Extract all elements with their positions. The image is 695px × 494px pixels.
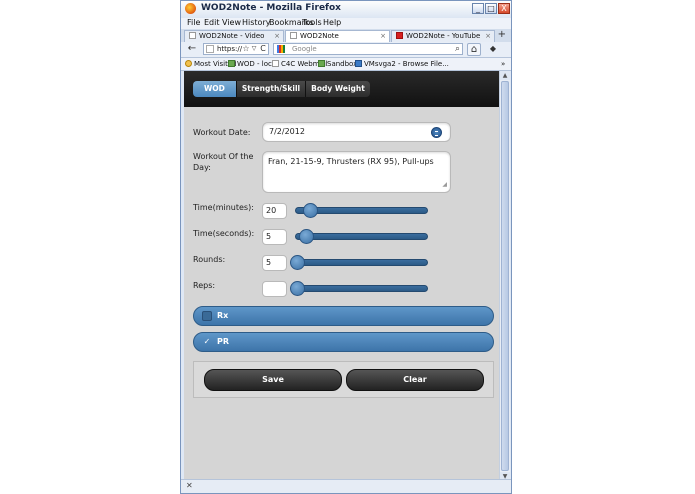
home-icon[interactable]: ⌂	[467, 43, 481, 56]
browser-tab-wod2note[interactable]: WOD2Note ×	[285, 30, 390, 42]
wod-label: Workout Of the Day:	[193, 152, 254, 172]
tab-label: WOD2Note - YouTube	[406, 32, 481, 40]
time-seconds-slider-handle[interactable]	[299, 229, 314, 244]
new-tab-button[interactable]: +	[498, 29, 506, 40]
workout-date-input[interactable]: 7/2/2012	[262, 122, 451, 142]
vertical-scrollbar[interactable]: ▲ ▼	[499, 71, 510, 481]
tab-close-icon[interactable]: ×	[274, 31, 280, 42]
reps-label: Reps:	[193, 281, 216, 290]
rx-checkbox[interactable]: Rx	[193, 306, 494, 326]
google-icon[interactable]	[277, 45, 285, 53]
browser-window: WOD2Note - Mozilla Firefox _ □ X File Ed…	[180, 0, 512, 494]
browser-tab-video[interactable]: WOD2Note - Video ×	[184, 30, 284, 42]
bookmark-wod-local[interactable]: WOD - local	[228, 59, 278, 69]
page-icon	[290, 32, 297, 39]
site-identity-icon[interactable]	[206, 45, 214, 53]
menu-history[interactable]: History	[242, 18, 270, 27]
browser-tab-youtube[interactable]: WOD2Note - YouTube ×	[391, 30, 495, 42]
rx-checkbox-icon	[202, 311, 212, 321]
back-icon[interactable]: ←	[185, 43, 199, 56]
bookmarks-more-icon[interactable]: »	[501, 59, 505, 69]
reps-input[interactable]	[262, 281, 287, 297]
pr-checkbox[interactable]: ✓ PR	[193, 332, 494, 352]
scrollbar-thumb[interactable]	[501, 81, 509, 471]
rounds-label: Rounds:	[193, 255, 226, 264]
youtube-icon	[396, 32, 403, 39]
url-text: https://	[217, 45, 243, 53]
rounds-input[interactable]: 5	[262, 255, 287, 271]
wod-value: Fran, 21-15-9, Thrusters (RX 95), Pull-u…	[268, 157, 434, 166]
time-minutes-input[interactable]: 20	[262, 203, 287, 219]
save-button[interactable]: Save	[204, 369, 342, 391]
tab-close-icon[interactable]: ×	[485, 31, 491, 42]
firefox-icon	[185, 3, 196, 14]
menu-bar: File Edit View History Bookmarks Tools H…	[181, 18, 511, 29]
bookmark-icon	[318, 60, 325, 67]
status-bar: ✕	[181, 479, 511, 493]
rounds-slider-handle[interactable]	[290, 255, 305, 270]
title-bar: WOD2Note - Mozilla Firefox _ □ X	[181, 1, 511, 19]
search-placeholder: Google	[292, 45, 317, 53]
bookmark-vmsvga2[interactable]: VMsvga2 - Browse File...	[355, 59, 449, 69]
tab-body-weight[interactable]: Body Weight	[306, 81, 370, 97]
menu-tools[interactable]: Tools	[302, 18, 322, 27]
action-buttons-group: Save Clear	[193, 361, 494, 398]
close-window-button[interactable]: X	[498, 3, 510, 14]
rx-label: Rx	[217, 311, 229, 320]
close-icon[interactable]: ✕	[186, 481, 193, 490]
time-seconds-slider[interactable]	[295, 229, 428, 244]
wod-textarea[interactable]: Fran, 21-15-9, Thrusters (RX 95), Pull-u…	[262, 151, 451, 193]
clear-button[interactable]: Clear	[346, 369, 484, 391]
bookmark-icon	[228, 60, 235, 67]
page-icon	[272, 60, 279, 67]
search-icon[interactable]: ⌕	[455, 44, 460, 54]
navigation-bar: ← https:// ☆ ▽ C Google ⌕ ⌂ ◆	[181, 42, 511, 58]
url-dropdown-icon[interactable]: ▽	[251, 43, 257, 56]
tab-label: WOD2Note - Video	[199, 32, 265, 40]
tab-bar: WOD2Note - Video × WOD2Note × WOD2Note -…	[181, 29, 511, 43]
reload-icon[interactable]: C	[259, 43, 267, 56]
bookmark-sandbox[interactable]: Sandbox	[318, 59, 357, 69]
window-title: WOD2Note - Mozilla Firefox	[201, 3, 341, 13]
reps-slider[interactable]	[290, 281, 428, 296]
minimize-button[interactable]: _	[472, 3, 484, 14]
tab-strength-skill[interactable]: Strength/Skill	[236, 81, 307, 97]
bookmarks-toolbar: Most Visited WOD - local C4C Webmail San…	[181, 58, 511, 71]
app-header: WOD Strength/Skill Body Weight	[184, 71, 499, 107]
menu-file[interactable]: File	[187, 18, 200, 27]
menu-view[interactable]: View	[222, 18, 241, 27]
calendar-icon[interactable]	[431, 127, 442, 138]
menu-edit[interactable]: Edit	[204, 18, 220, 27]
menu-help[interactable]: Help	[323, 18, 341, 27]
time-minutes-label: Time(minutes):	[193, 203, 254, 212]
time-seconds-label: Time(seconds):	[193, 229, 255, 238]
tab-label: WOD2Note	[300, 32, 339, 40]
time-minutes-slider-handle[interactable]	[303, 203, 318, 218]
scroll-up-icon[interactable]: ▲	[500, 71, 510, 80]
bookmark-star-icon[interactable]: ☆	[242, 43, 250, 56]
page-content: WOD Strength/Skill Body Weight Workout D…	[184, 71, 499, 493]
time-seconds-input[interactable]: 5	[262, 229, 287, 245]
reps-slider-handle[interactable]	[290, 281, 305, 296]
page-icon	[189, 32, 196, 39]
workout-type-tabs: WOD Strength/Skill Body Weight	[193, 81, 370, 97]
resize-grip-icon[interactable]: ◢	[442, 179, 447, 190]
maximize-button[interactable]: □	[485, 3, 497, 14]
search-input[interactable]: Google ⌕	[273, 43, 463, 55]
tab-wod[interactable]: WOD	[193, 81, 237, 97]
time-minutes-slider[interactable]	[295, 203, 428, 218]
workout-date-label: Workout Date:	[193, 128, 251, 137]
addon-icon[interactable]: ◆	[485, 43, 501, 56]
tab-close-icon[interactable]: ×	[380, 31, 386, 42]
most-visited-icon	[185, 60, 192, 67]
checkmark-icon: ✓	[203, 337, 211, 346]
workout-date-value: 7/2/2012	[269, 127, 305, 136]
rounds-slider[interactable]	[290, 255, 428, 270]
bookmark-icon	[355, 60, 362, 67]
pr-label: PR	[217, 337, 230, 346]
